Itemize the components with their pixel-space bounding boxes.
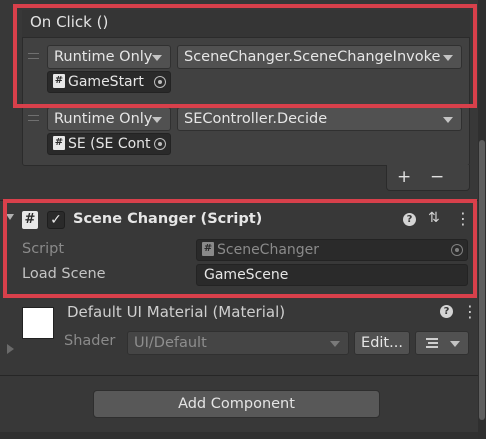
shader-menu-button[interactable] — [415, 331, 469, 355]
chevron-down-icon — [152, 117, 162, 123]
section-divider — [0, 375, 478, 376]
edit-label: Edit... — [361, 335, 403, 351]
function-dropdown[interactable]: SEController.Decide — [177, 107, 462, 131]
object-picker-icon[interactable] — [154, 138, 166, 150]
material-preview — [22, 307, 54, 339]
add-component-button[interactable]: Add Component — [93, 390, 380, 418]
script-icon: # — [53, 136, 65, 150]
shader-dropdown[interactable]: UI/Default — [127, 331, 349, 355]
edit-shader-button[interactable]: Edit... — [354, 331, 410, 355]
remove-event-button[interactable]: − — [430, 167, 444, 187]
expand-arrow-icon[interactable] — [7, 344, 14, 354]
chevron-down-icon — [330, 341, 340, 347]
runtime-dropdown[interactable]: Runtime Only — [47, 107, 171, 131]
material-title: Default UI Material (Material) — [67, 303, 286, 321]
shader-value: UI/Default — [134, 335, 207, 351]
help-icon[interactable]: ? — [440, 305, 453, 318]
add-event-button[interactable]: + — [397, 167, 411, 187]
list-icon-middle — [428, 342, 438, 344]
highlight-box — [13, 4, 477, 108]
chevron-down-icon — [443, 117, 453, 123]
scrollbar-thumb[interactable] — [479, 140, 485, 420]
runtime-value: Runtime Only — [54, 111, 153, 127]
shader-label: Shader — [64, 333, 116, 349]
add-component-label: Add Component — [178, 396, 295, 412]
chevron-down-icon — [450, 341, 460, 347]
target-object-field[interactable]: # SE (SE Cont — [47, 133, 171, 155]
target-value: SE (SE Cont — [68, 136, 151, 152]
drag-handle[interactable] — [28, 115, 39, 121]
function-value: SEController.Decide — [184, 111, 328, 127]
highlight-box — [3, 199, 477, 298]
bottom-strip — [0, 432, 478, 439]
more-options-icon[interactable]: ⋮ — [462, 302, 478, 321]
